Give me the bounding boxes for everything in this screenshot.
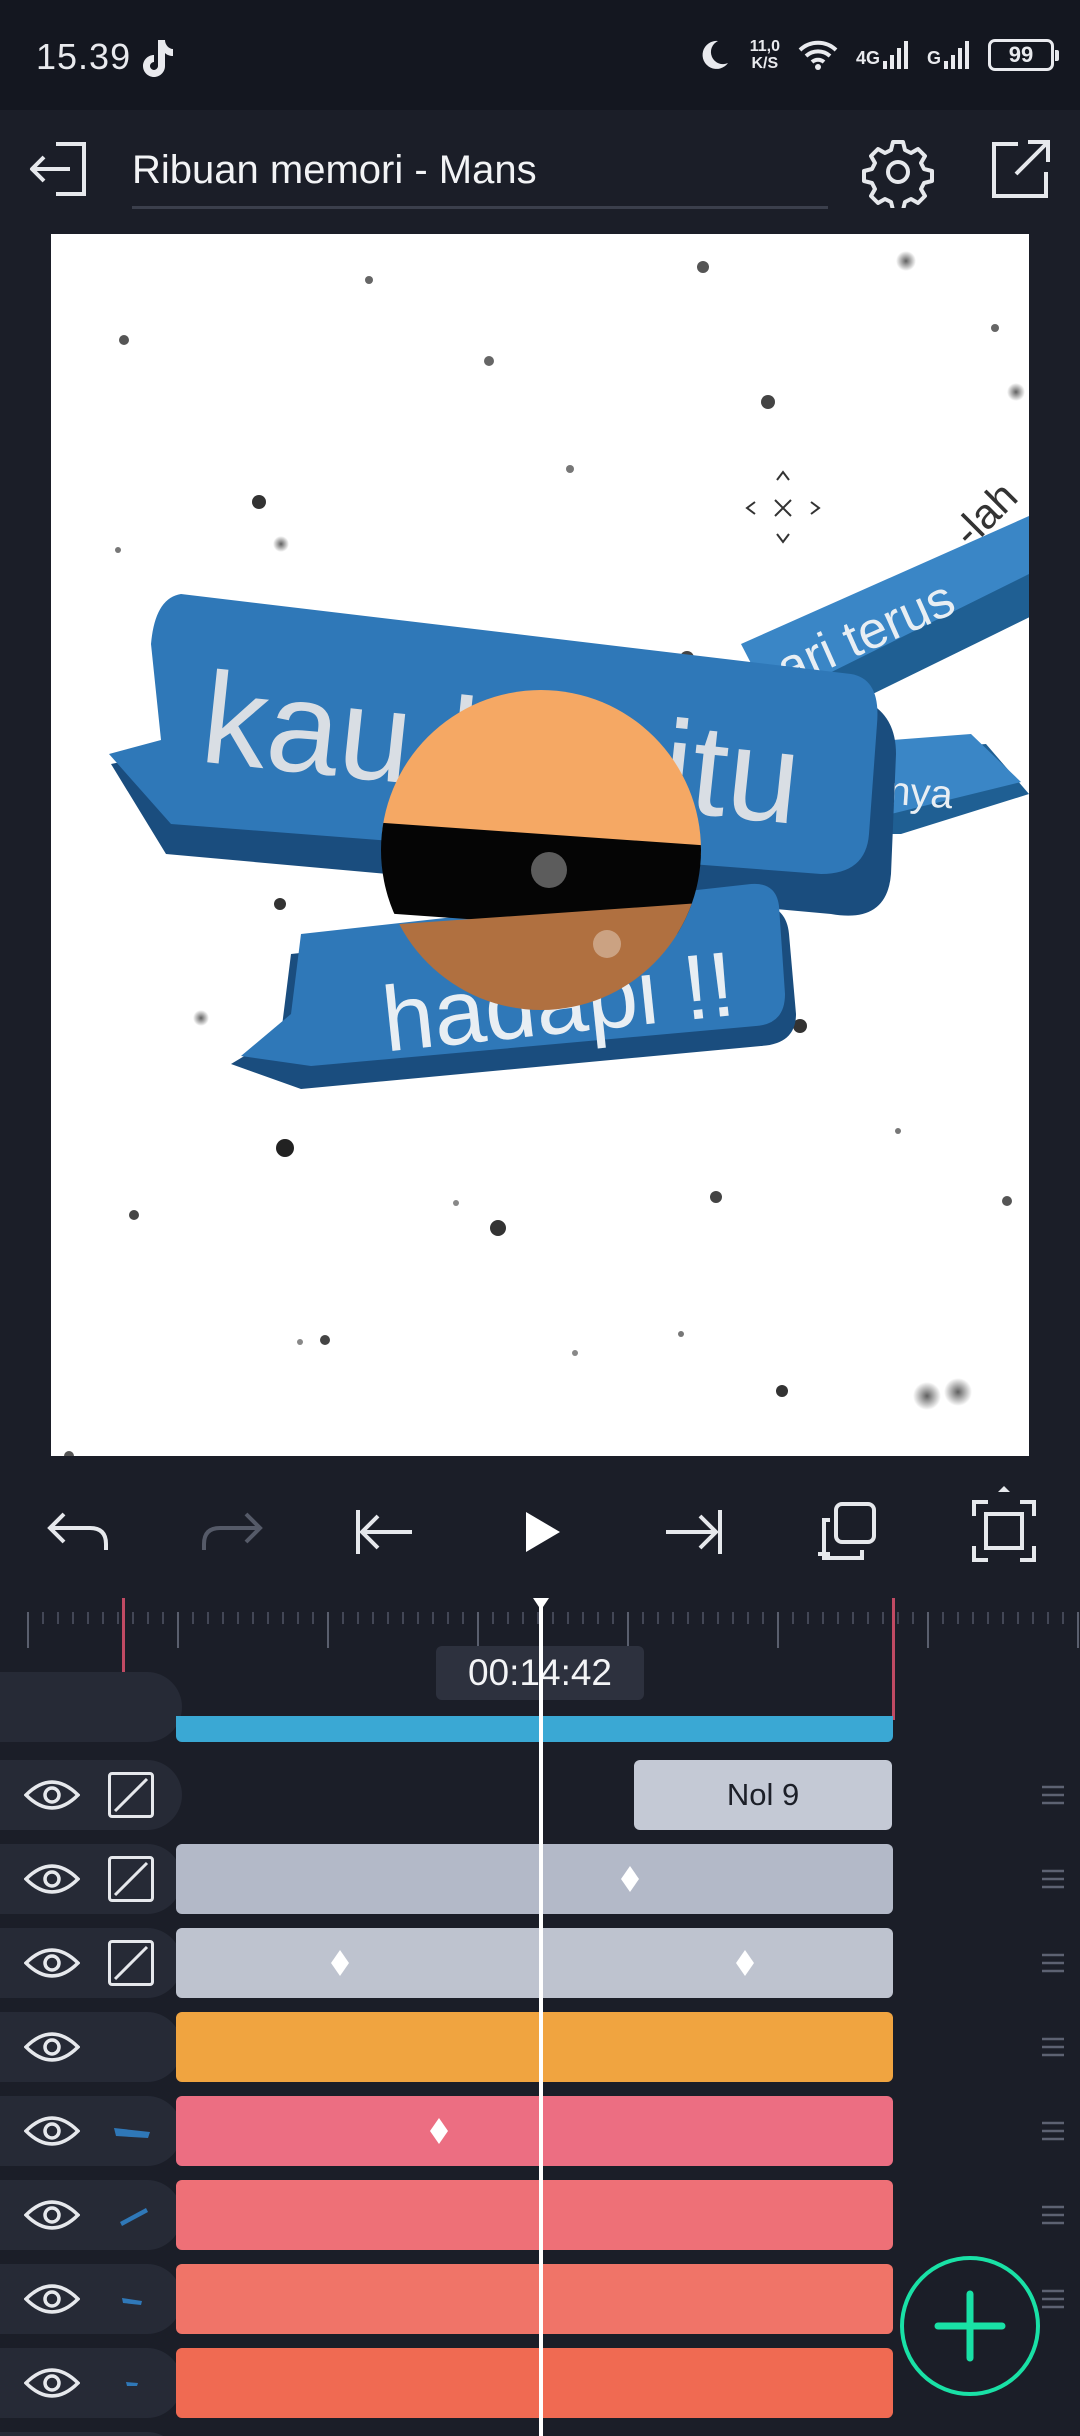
app-root: 15.39 11,0 K/S 4G G 99 Ribuan memori - M… [0, 0, 1080, 2436]
settings-gear-icon[interactable] [862, 136, 934, 208]
drag-handle-icon[interactable] [1040, 2204, 1066, 2226]
duplicate-icon[interactable] [810, 1494, 886, 1570]
mask-icon[interactable] [108, 1772, 154, 1818]
layer-controls [0, 1844, 182, 1914]
drag-handle-icon[interactable] [1040, 1952, 1066, 1974]
end-marker[interactable] [892, 1598, 895, 1720]
keyframe-icon[interactable] [331, 1950, 349, 1976]
keyframe-icon[interactable] [736, 1950, 754, 1976]
signal-bars-icon [882, 41, 908, 69]
drag-handle-icon[interactable] [1040, 2036, 1066, 2058]
layer-controls [0, 2348, 182, 2418]
preview-area: ari terus -lah pinya kau begitu [0, 234, 1080, 1458]
drag-handle-icon[interactable] [1040, 2288, 1066, 2310]
eye-visibility-icon[interactable] [24, 2281, 80, 2317]
layer-thumbnail-icon [114, 2128, 150, 2138]
redo-icon[interactable] [194, 1494, 270, 1570]
layer-clip[interactable] [176, 2180, 893, 2250]
export-share-icon[interactable] [984, 134, 1056, 206]
eye-visibility-icon[interactable] [24, 1945, 80, 1981]
jump-to-end-icon[interactable] [656, 1494, 732, 1570]
jump-to-start-icon[interactable] [346, 1494, 422, 1570]
keyframe-icon[interactable] [430, 2118, 448, 2144]
layer-clip[interactable] [176, 1716, 893, 1742]
layer-clip[interactable] [176, 2348, 893, 2418]
add-layer-button[interactable] [900, 2256, 1040, 2396]
moon-icon [702, 40, 728, 69]
signal-bars-icon [944, 41, 969, 69]
layer-controls [0, 1672, 182, 1742]
layer-clip[interactable] [176, 2096, 893, 2166]
playhead[interactable] [539, 1598, 543, 2436]
layer-clip[interactable] [176, 1928, 893, 1998]
project-title[interactable]: Ribuan memori - Mans [132, 148, 537, 193]
drag-handle-icon[interactable] [1040, 2120, 1066, 2142]
signal-g: G [927, 41, 970, 69]
plus-icon [934, 2290, 1006, 2362]
video-canvas[interactable]: ari terus -lah pinya kau begitu [51, 234, 1029, 1456]
drag-handle-icon[interactable] [1040, 1784, 1066, 1806]
fullscreen-icon[interactable] [966, 1486, 1042, 1576]
playback-controls [0, 1458, 1080, 1598]
layer-controls [0, 2432, 182, 2436]
exit-project-icon[interactable] [26, 134, 96, 204]
move-handle-icon[interactable] [745, 470, 821, 544]
status-icons: 11,0 K/S 4G G 99 [696, 30, 1059, 80]
status-bar: 15.39 11,0 K/S 4G G 99 [0, 0, 1080, 110]
layer-clip[interactable]: Nol 9 [634, 1760, 892, 1830]
eye-visibility-icon[interactable] [24, 2365, 80, 2401]
clip-label: Nol 9 [726, 1777, 800, 1812]
layer-controls [0, 1760, 182, 1830]
signal-4g: 4G [856, 41, 909, 69]
layer-thumbnail-icon [120, 2208, 148, 2226]
layer-controls [0, 2264, 182, 2334]
status-time: 15.39 [36, 36, 132, 77]
eye-visibility-icon[interactable] [24, 1777, 80, 1813]
mask-icon[interactable] [108, 1856, 154, 1902]
net-speed: 11,0 K/S [749, 38, 780, 72]
drag-handle-icon[interactable] [1040, 1868, 1066, 1890]
layer-clip[interactable] [176, 2264, 893, 2334]
battery-icon: 99 [988, 39, 1059, 71]
layer-clip[interactable] [176, 2012, 893, 2082]
layer-controls [0, 2180, 182, 2250]
layer-controls [0, 2096, 182, 2166]
eye-visibility-icon[interactable] [24, 1861, 80, 1897]
eye-visibility-icon[interactable] [24, 2197, 80, 2233]
layer-thumbnail-icon [122, 2298, 142, 2305]
eye-visibility-icon[interactable] [24, 2113, 80, 2149]
mask-icon[interactable] [108, 1940, 154, 1986]
layer-controls [0, 2012, 182, 2082]
play-icon[interactable] [502, 1494, 578, 1570]
eye-visibility-icon[interactable] [24, 2029, 80, 2065]
title-underline [132, 206, 828, 209]
undo-icon[interactable] [40, 1494, 116, 1570]
layer-controls [0, 1928, 182, 1998]
top-app-bar: Ribuan memori - Mans [0, 110, 1080, 234]
layer-clip[interactable] [176, 1844, 893, 1914]
layer-thumbnail-icon [126, 2382, 138, 2386]
keyframe-icon[interactable] [621, 1866, 639, 1892]
tiktok-icon [143, 40, 173, 77]
wifi-icon [798, 40, 838, 70]
canvas-scene: ari terus -lah pinya kau begitu [64, 251, 1029, 1456]
